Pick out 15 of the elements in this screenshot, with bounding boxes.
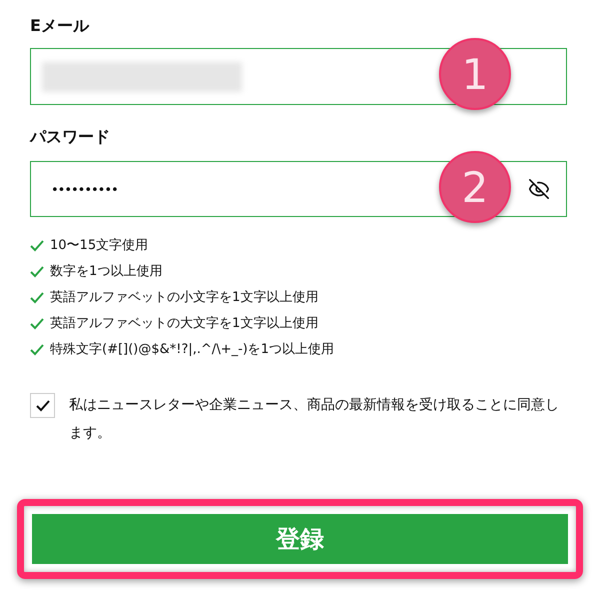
annotation-marker: 1 (439, 38, 511, 110)
email-label: Eメール (30, 15, 90, 37)
checkmark-icon (36, 400, 50, 412)
password-rule: 英語アルファベットの小文字を1文字以上使用 (50, 289, 318, 308)
password-label: パスワード (30, 126, 111, 148)
password-rule: 10〜15文字使用 (50, 237, 148, 256)
password-value: •••••••••• (51, 183, 118, 198)
newsletter-checkbox[interactable] (30, 393, 55, 418)
password-rule: 英語アルファベットの大文字を1文字以上使用 (50, 315, 318, 334)
annotation-marker: 2 (439, 151, 511, 223)
password-rule: 特殊文字(#[]()@$&*!?|,.^/\+_-)を1つ以上使用 (50, 341, 334, 360)
password-rule: 数字を1つ以上使用 (50, 263, 162, 282)
email-field[interactable] (30, 48, 567, 105)
visibility-toggle-icon[interactable] (528, 178, 550, 200)
newsletter-consent-text: 私はニュースレターや企業ニュース、商品の最新情報を受け取ることに同意します。 (69, 396, 559, 443)
